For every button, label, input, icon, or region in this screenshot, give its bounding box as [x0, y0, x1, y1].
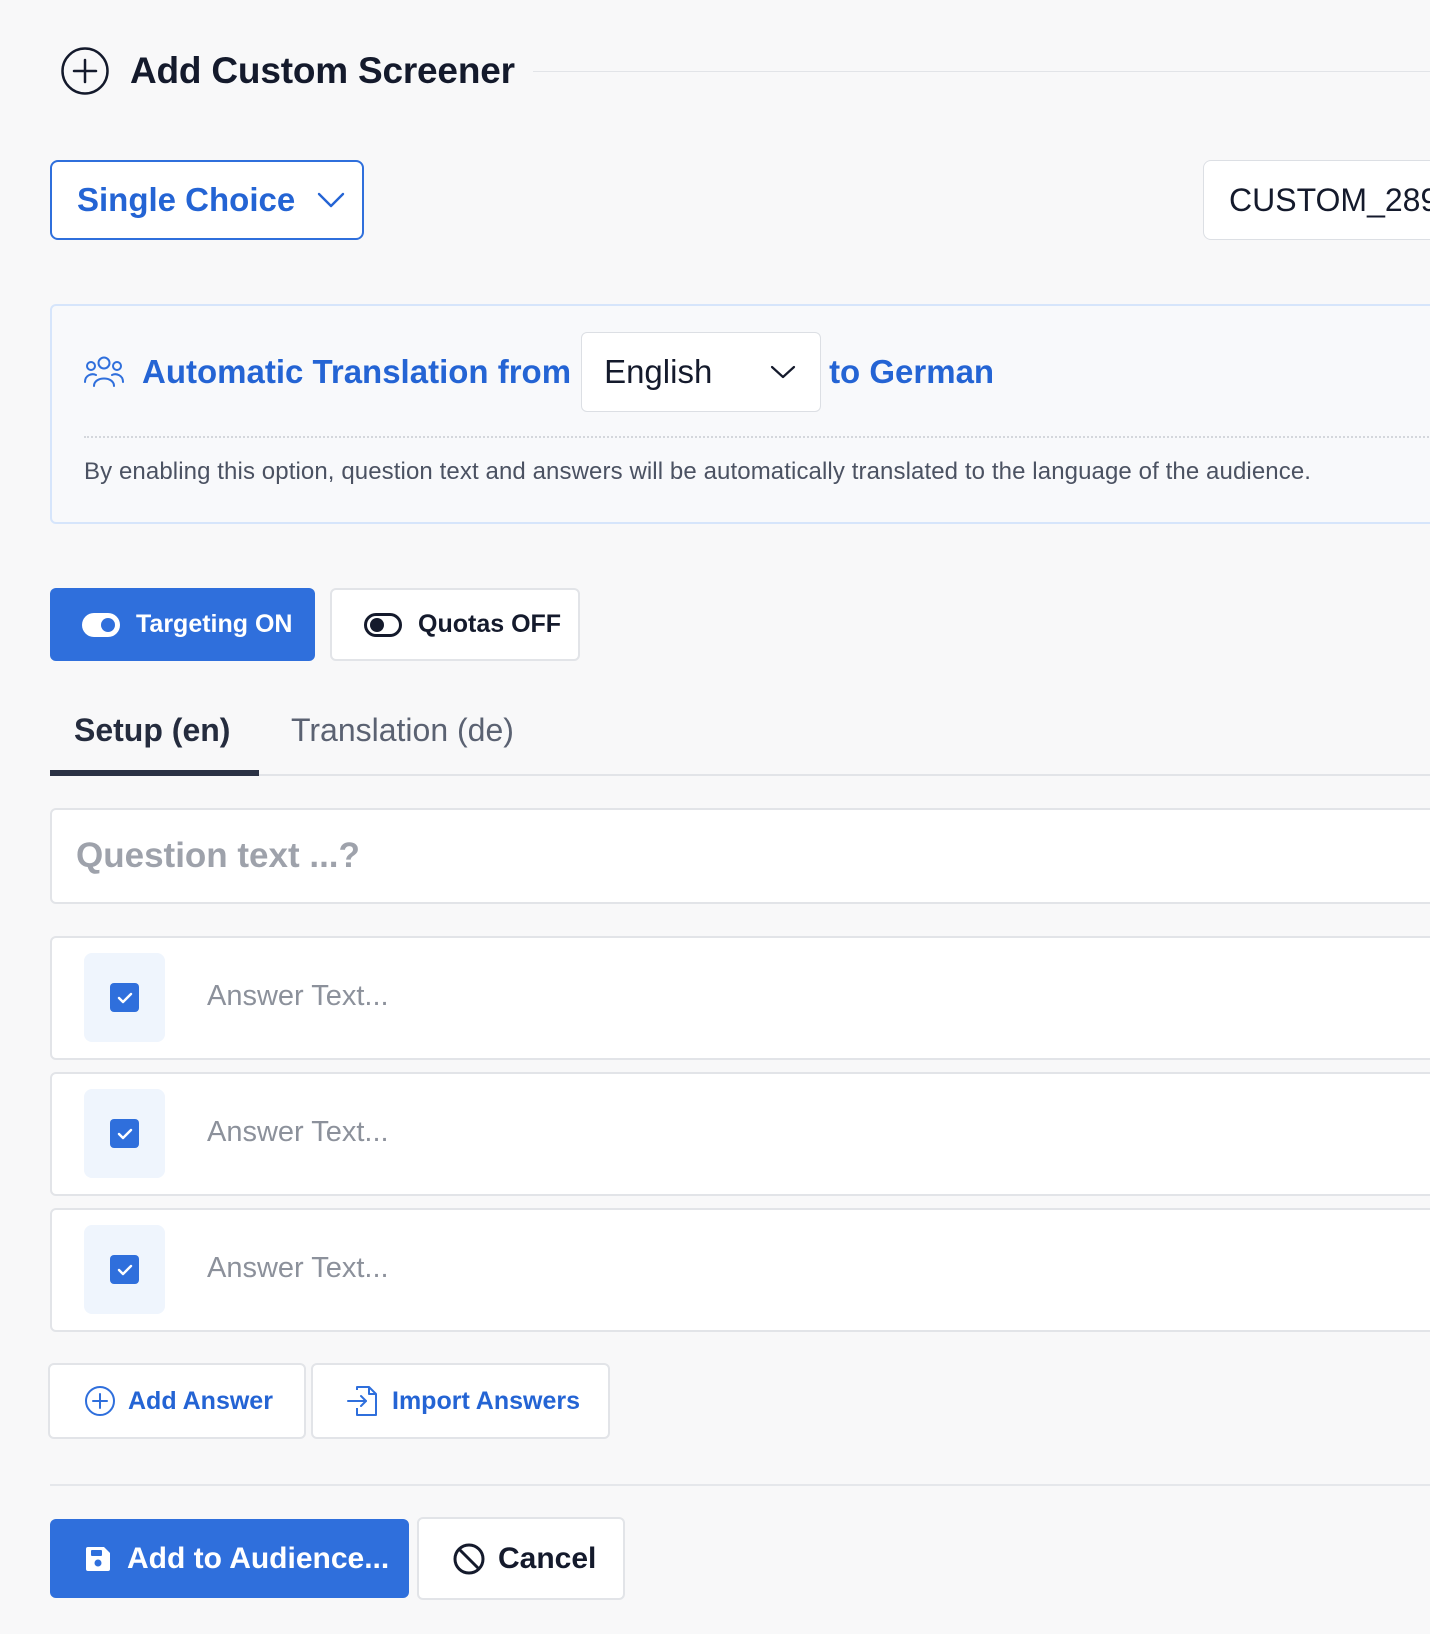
- custom-screener-page: Add Custom Screener Single Choice CUSTOM…: [0, 0, 1430, 1634]
- import-answers-button[interactable]: Import Answers: [311, 1363, 610, 1439]
- question-text-input[interactable]: Question text ...?: [50, 808, 1430, 904]
- section-header: Add Custom Screener: [60, 44, 1430, 98]
- tab-setup-en[interactable]: Setup (en): [74, 712, 230, 749]
- translation-target-label: to German: [829, 353, 995, 390]
- checkmark-icon: [117, 1128, 132, 1139]
- answer-row: Answer Text...: [50, 1072, 1430, 1196]
- tab-translation-de[interactable]: Translation (de): [291, 712, 514, 749]
- answer-text-input[interactable]: Answer Text...: [207, 1116, 389, 1149]
- targeting-toggle-button[interactable]: Targeting ON: [50, 588, 315, 661]
- chevron-down-icon: [318, 192, 345, 208]
- toggle-on-icon: [82, 612, 120, 637]
- translation-label: Automatic Translation from: [142, 353, 572, 390]
- answer-row: Answer Text...: [50, 936, 1430, 1060]
- translation-description: By enabling this option, question text a…: [84, 458, 1312, 485]
- language-tabs: Setup (en) Translation (de): [50, 700, 1430, 776]
- auto-translation-panel: Automatic Translation from English to Ge…: [50, 304, 1430, 524]
- save-label: Add to Audience...: [127, 1541, 390, 1575]
- plus-circle-icon: [85, 1386, 115, 1416]
- answer-checkbox[interactable]: [84, 1089, 165, 1178]
- targeting-label: Targeting ON: [136, 610, 293, 638]
- source-language-dropdown[interactable]: English: [581, 332, 822, 412]
- answer-text-input[interactable]: Answer Text...: [207, 980, 389, 1013]
- header-divider: [532, 70, 1430, 72]
- import-answers-label: Import Answers: [392, 1386, 581, 1415]
- quotas-toggle-button[interactable]: Quotas OFF: [330, 588, 580, 661]
- quotas-label: Quotas OFF: [418, 610, 562, 638]
- chevron-down-icon: [770, 365, 796, 379]
- answer-checkbox[interactable]: [84, 1225, 165, 1314]
- ban-icon: [453, 1543, 485, 1574]
- checkmark-icon: [117, 992, 132, 1003]
- translation-divider: [84, 436, 1430, 438]
- add-answer-button[interactable]: Add Answer: [48, 1363, 306, 1439]
- cancel-label: Cancel: [498, 1541, 597, 1575]
- add-answer-label: Add Answer: [128, 1386, 273, 1415]
- answer-row: Answer Text...: [50, 1208, 1430, 1332]
- active-tab-indicator: [50, 770, 259, 776]
- question-placeholder: Question text ...?: [76, 836, 360, 875]
- toggle-off-icon: [364, 612, 402, 637]
- answer-checkbox[interactable]: [84, 953, 165, 1042]
- screener-code-input[interactable]: CUSTOM_289: [1203, 160, 1430, 240]
- question-type-dropdown[interactable]: Single Choice: [50, 160, 364, 240]
- answer-text-input[interactable]: Answer Text...: [207, 1252, 389, 1285]
- checkmark-icon: [117, 1264, 132, 1275]
- footer-divider: [50, 1484, 1430, 1486]
- save-icon: [86, 1546, 110, 1571]
- add-to-audience-button[interactable]: Add to Audience...: [50, 1519, 409, 1598]
- file-import-icon: [347, 1386, 377, 1416]
- plus-circle-icon: [61, 47, 109, 95]
- question-type-value: Single Choice: [77, 181, 296, 218]
- page-title: Add Custom Screener: [130, 50, 515, 91]
- screener-code-value: CUSTOM_289: [1229, 181, 1430, 218]
- cancel-button[interactable]: Cancel: [417, 1517, 625, 1600]
- source-language-value: English: [604, 353, 713, 390]
- users-icon: [84, 356, 124, 387]
- translation-row: Automatic Translation from English to Ge…: [84, 332, 994, 412]
